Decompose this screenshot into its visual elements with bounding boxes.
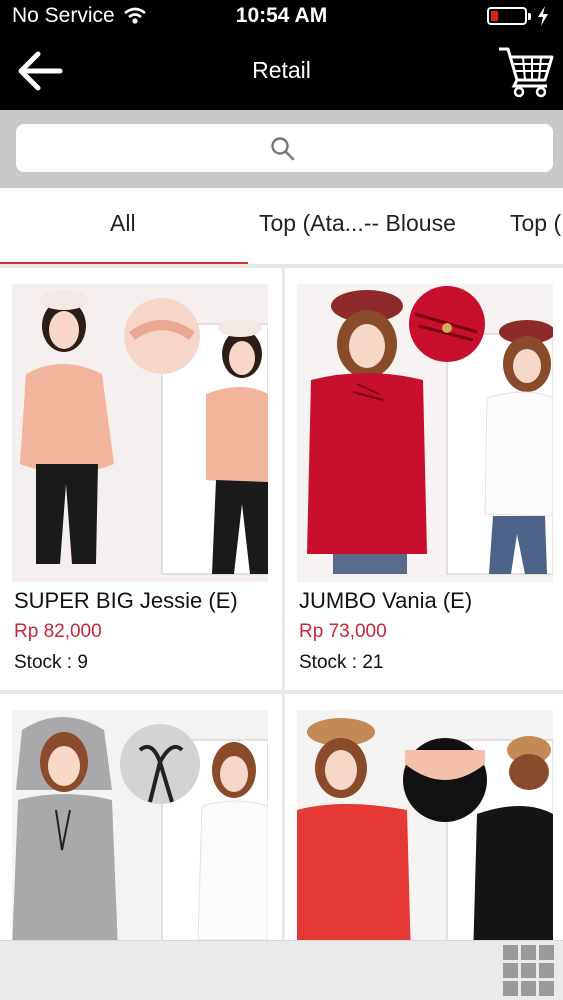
- product-photo: [297, 284, 553, 582]
- product-price: Rp 73,000: [299, 621, 387, 642]
- product-card[interactable]: [0, 694, 282, 940]
- charging-icon: [538, 6, 548, 26]
- product-stock: Stock : 21: [299, 652, 384, 673]
- status-time: 10:54 AM: [235, 4, 328, 27]
- product-name: SUPER BIG Jessie (E): [14, 588, 238, 613]
- battery-level: [491, 11, 498, 21]
- product-card[interactable]: JUMBO Vania (E) Rp 73,000 Stock : 21: [285, 268, 563, 690]
- status-right: [487, 6, 549, 26]
- product-grid: SUPER BIG Jessie (E) Rp 82,000 Stock : 9: [0, 266, 563, 940]
- shopping-cart-icon[interactable]: [497, 44, 555, 98]
- product-card[interactable]: SUPER BIG Jessie (E) Rp 82,000 Stock : 9: [0, 268, 282, 690]
- tab-all[interactable]: All: [110, 210, 136, 237]
- battery-icon: [487, 7, 531, 25]
- nav-bar: Retail: [0, 32, 563, 110]
- tab-top-partial[interactable]: Top (: [510, 210, 561, 237]
- product-fill-4: [297, 804, 411, 940]
- category-tabs: All Top (Ata...-- Blouse Top (: [0, 188, 563, 266]
- product-image: [297, 710, 553, 940]
- product-photo: [12, 284, 268, 582]
- grid-view-icon[interactable]: [501, 943, 557, 999]
- tab-top-blouse[interactable]: Top (Ata...-- Blouse: [259, 210, 456, 237]
- bottom-bar: [0, 940, 563, 1000]
- product-fill-2: [307, 373, 427, 554]
- status-bar: No Service 10:54 AM: [0, 0, 563, 32]
- search-bar: [0, 110, 563, 188]
- product-stock: Stock : 9: [14, 652, 88, 673]
- product-image: [12, 284, 268, 582]
- product-fill-1: [20, 364, 114, 473]
- product-photo: [12, 710, 268, 940]
- product-card[interactable]: [285, 694, 563, 940]
- search-icon: [271, 137, 295, 161]
- product-image: [12, 710, 268, 940]
- product-price: Rp 82,000: [14, 621, 102, 642]
- product-name: JUMBO Vania (E): [299, 588, 473, 613]
- product-image: [297, 284, 553, 582]
- tab-active-indicator: [0, 262, 248, 264]
- product-photo: [297, 710, 553, 940]
- page-title: Retail: [252, 57, 311, 83]
- search-box[interactable]: [16, 124, 553, 172]
